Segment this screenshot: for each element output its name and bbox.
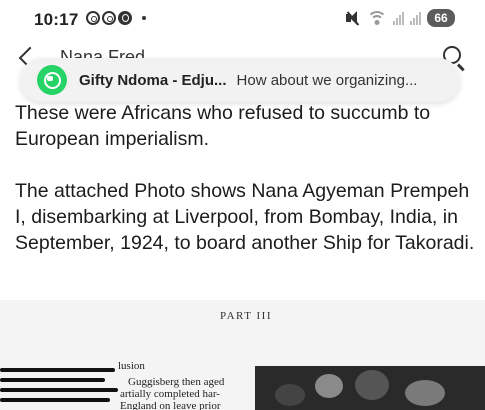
article-paragraph: The attached Photo shows Nana Agyeman Pr…	[15, 180, 475, 254]
viber-icon	[118, 11, 132, 25]
article-body: These were Africans who refused to succu…	[15, 100, 475, 282]
status-notification-icons	[86, 11, 146, 25]
scan-redaction-line	[0, 368, 115, 372]
scan-redaction-line	[0, 398, 110, 402]
status-bar: 10:17 66	[0, 0, 485, 40]
battery-badge: 66	[427, 9, 455, 27]
whatsapp-icon	[86, 11, 100, 25]
notification-preview: How about we organizing...	[236, 71, 418, 89]
scan-text-line: artially completed har-	[120, 388, 220, 400]
scan-redaction-line	[0, 388, 118, 392]
signal-icon	[393, 11, 404, 25]
heads-up-notification[interactable]: Gifty Ndoma - Edju... How about we organ…	[20, 58, 460, 102]
scan-redaction-line	[0, 378, 105, 382]
scan-text-line: England on leave prior	[120, 400, 221, 410]
mute-icon	[345, 10, 361, 26]
scan-text-line: lusion	[118, 360, 145, 372]
signal-icon	[410, 11, 421, 25]
whatsapp-icon	[37, 65, 67, 95]
status-system-icons: 66	[345, 9, 455, 27]
attached-photo[interactable]: PART III lusion Guggisberg then aged art…	[0, 300, 485, 410]
scan-text-line: Guggisberg then aged	[128, 376, 225, 388]
scan-photograph	[255, 366, 485, 410]
status-time: 10:17	[34, 10, 79, 29]
scan-part-label: PART III	[220, 310, 272, 322]
article-paragraph: These were Africans who refused to succu…	[15, 102, 431, 150]
wifi-icon	[367, 10, 387, 26]
dot-icon	[142, 16, 146, 20]
notification-sender: Gifty Ndoma - Edju...	[79, 71, 227, 89]
whatsapp-icon	[102, 11, 116, 25]
